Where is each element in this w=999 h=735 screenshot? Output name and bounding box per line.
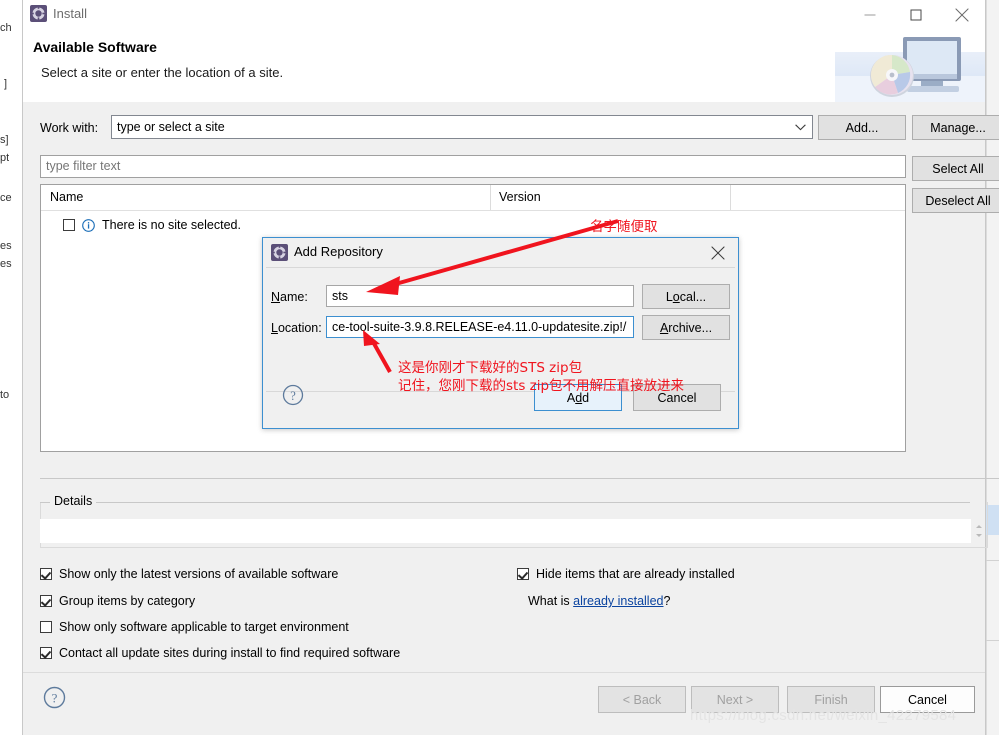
watermark: https://blog.csdn.net/weixin_42279584	[690, 707, 956, 724]
checkbox-label: Group items by category	[59, 594, 195, 608]
checkbox-box[interactable]	[40, 568, 52, 580]
table-row[interactable]: There is no site selected.	[63, 216, 241, 234]
location-field[interactable]: ce-tool-suite-3.9.8.RELEASE-e4.11.0-upda…	[326, 316, 634, 338]
name-field[interactable]: sts	[326, 285, 634, 307]
window-titlebar: Install	[23, 0, 985, 30]
what-is-suffix: ?	[664, 594, 671, 608]
close-icon	[956, 9, 969, 22]
dialog-header: Available Software Select a site or ente…	[23, 30, 985, 103]
local-button[interactable]: Local...	[642, 284, 730, 309]
dialog-add-button[interactable]: Add	[534, 384, 622, 411]
checkbox-box[interactable]	[40, 595, 52, 607]
svg-text:?: ?	[290, 389, 296, 403]
dialog-body: Name: sts Local... Location: ce-tool-sui…	[266, 267, 735, 392]
info-icon	[82, 219, 95, 232]
checkbox-show-applicable[interactable]: Show only software applicable to target …	[40, 620, 349, 634]
maximize-icon	[911, 10, 922, 21]
checkbox-group-by-category[interactable]: Group items by category	[40, 594, 195, 608]
details-label: Details	[50, 494, 96, 508]
background-text-fragment: s]	[0, 134, 9, 146]
column-divider[interactable]	[730, 185, 731, 210]
background-text-fragment: to	[0, 389, 9, 401]
what-is-installed-text: What is already installed?	[528, 594, 670, 608]
checkbox-label: Show only software applicable to target …	[59, 620, 349, 634]
background-right-panel	[986, 0, 999, 735]
dialog-title: Add Repository	[294, 244, 383, 259]
checkbox-label: Contact all update sites during install …	[59, 646, 400, 660]
manage-sites-button[interactable]: Manage...	[912, 115, 999, 140]
dialog-cancel-button[interactable]: Cancel	[633, 384, 721, 411]
checkbox-show-latest[interactable]: Show only the latest versions of availab…	[40, 567, 338, 581]
filter-input[interactable]: type filter text	[40, 155, 906, 178]
background-text-fragment: ]	[4, 78, 7, 90]
close-button[interactable]	[939, 0, 985, 30]
header-banner-image	[835, 30, 985, 102]
checkbox-label: Hide items that are already installed	[536, 567, 735, 581]
background-text-fragment: es	[0, 258, 12, 270]
maximize-button[interactable]	[893, 0, 939, 30]
name-value: sts	[332, 289, 348, 303]
work-with-label: Work with:	[40, 121, 98, 135]
name-label: Name:	[271, 290, 308, 304]
checkbox-box[interactable]	[40, 647, 52, 659]
chevron-down-icon[interactable]	[791, 117, 811, 137]
minimize-icon	[865, 15, 876, 16]
location-value: ce-tool-suite-3.9.8.RELEASE-e4.11.0-upda…	[332, 320, 626, 334]
checkbox-box[interactable]	[517, 568, 529, 580]
window-title: Install	[53, 6, 87, 21]
page-subtitle: Select a site or enter the location of a…	[41, 65, 283, 80]
add-site-button[interactable]: Add...	[818, 115, 906, 140]
page-title: Available Software	[33, 39, 157, 55]
table-row-label: There is no site selected.	[102, 218, 241, 232]
what-is-prefix: What is	[528, 594, 573, 608]
archive-button[interactable]: Archive...	[642, 315, 730, 340]
tree-header: Name Version	[41, 185, 905, 211]
dialog-close-button[interactable]	[700, 240, 736, 265]
details-scroll-arrows[interactable]	[972, 519, 986, 543]
back-button[interactable]: < Back	[598, 686, 686, 713]
checkbox-label: Show only the latest versions of availab…	[59, 567, 338, 581]
minimize-button[interactable]	[847, 0, 893, 30]
column-header-version[interactable]: Version	[499, 190, 541, 204]
work-with-value: type or select a site	[117, 120, 225, 134]
already-installed-link[interactable]: already installed	[573, 594, 663, 608]
repository-gear-icon	[271, 244, 288, 261]
computer-cd-icon	[835, 30, 985, 102]
install-gear-icon	[30, 5, 47, 22]
checkbox-hide-installed[interactable]: Hide items that are already installed	[517, 567, 735, 581]
work-with-combo[interactable]: type or select a site	[111, 115, 813, 139]
filter-placeholder: type filter text	[46, 159, 120, 173]
location-label: Location:	[271, 321, 322, 335]
background-text-fragment: ch	[0, 22, 12, 34]
svg-text:?: ?	[52, 691, 58, 706]
help-icon[interactable]: ?	[282, 384, 304, 406]
column-header-name[interactable]: Name	[50, 190, 83, 204]
select-all-button[interactable]: Select All	[912, 156, 999, 181]
column-divider[interactable]	[490, 185, 491, 210]
section-divider	[40, 478, 999, 479]
background-divider	[986, 560, 999, 561]
deselect-all-button[interactable]: Deselect All	[912, 188, 999, 213]
checkbox-contact-sites[interactable]: Contact all update sites during install …	[40, 646, 400, 660]
details-group: Details	[40, 502, 999, 552]
background-left-panel	[0, 0, 22, 735]
background-text-fragment: es	[0, 240, 12, 252]
dialog-titlebar: Add Repository	[263, 238, 738, 267]
details-field	[40, 519, 971, 543]
row-checkbox[interactable]	[63, 219, 75, 231]
close-icon	[712, 246, 725, 259]
dialog-footer: ? < Back Next > Finish Cancel	[23, 672, 985, 735]
background-text-fragment: pt	[0, 152, 9, 164]
help-icon[interactable]: ?	[43, 686, 66, 709]
background-text-fragment: ce	[0, 192, 12, 204]
add-repository-dialog: Add Repository Name: sts Local... Locati…	[262, 237, 739, 429]
checkbox-box[interactable]	[40, 621, 52, 633]
background-divider	[986, 640, 999, 641]
